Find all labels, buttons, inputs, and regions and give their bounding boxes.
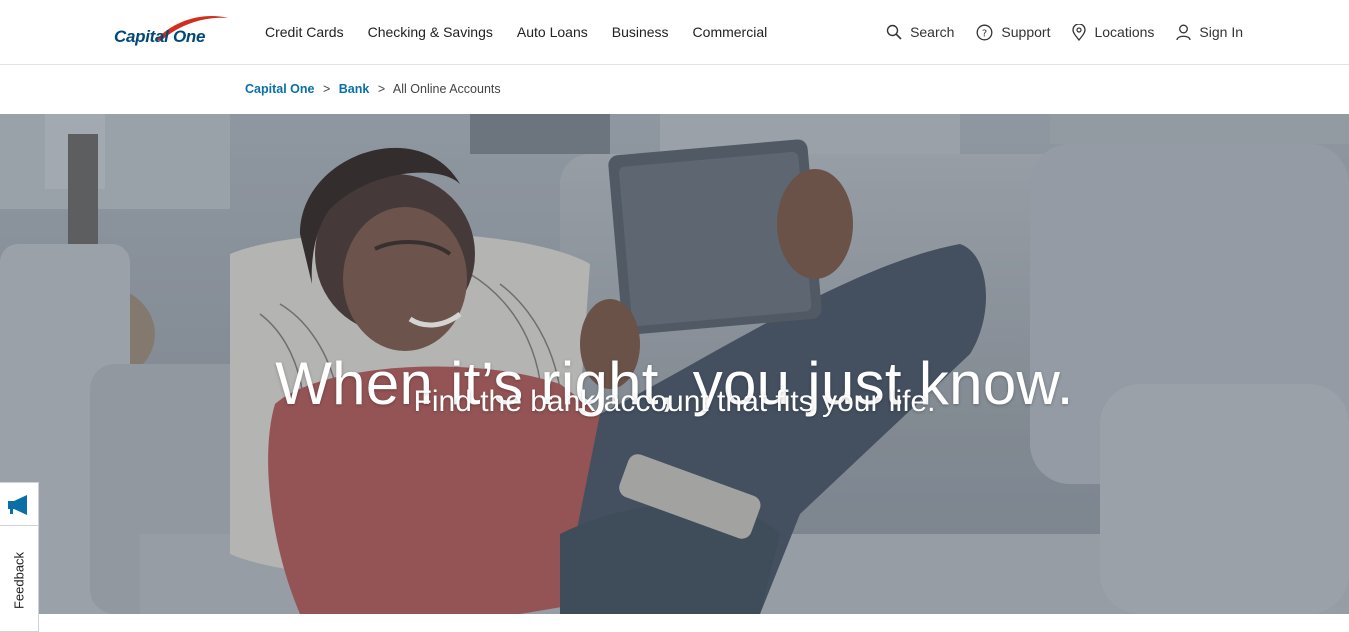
feedback-tab[interactable]: Feedback — [0, 482, 39, 632]
hero-subtitle: Find the bank account that fits your lif… — [413, 385, 936, 418]
support-label: Support — [1001, 24, 1051, 40]
sign-in-label: Sign In — [1199, 24, 1243, 40]
user-icon — [1176, 24, 1192, 40]
help-circle-icon: ? — [976, 24, 993, 40]
main-navigation: Credit Cards Checking & Savings Auto Loa… — [253, 0, 779, 64]
search-link[interactable]: Search — [886, 24, 954, 40]
map-pin-icon — [1072, 23, 1087, 41]
breadcrumb-separator: > — [377, 82, 386, 96]
site-header: Capital One Credit Cards Checking & Savi… — [0, 0, 1349, 65]
nav-checking-savings[interactable]: Checking & Savings — [356, 24, 505, 40]
megaphone-icon — [8, 495, 27, 515]
search-icon — [886, 24, 902, 40]
support-link[interactable]: ? Support — [976, 24, 1050, 41]
nav-business[interactable]: Business — [600, 24, 681, 40]
search-label: Search — [910, 24, 955, 40]
feedback-label: Feedback — [11, 551, 27, 610]
nav-auto-loans[interactable]: Auto Loans — [505, 24, 600, 40]
sign-in-link[interactable]: Sign In — [1176, 24, 1243, 41]
breadcrumb: Capital One > Bank > All Online Accounts — [245, 82, 501, 96]
locations-link[interactable]: Locations — [1072, 23, 1155, 41]
breadcrumb-capital-one[interactable]: Capital One — [245, 82, 314, 96]
locations-label: Locations — [1094, 24, 1155, 40]
breadcrumb-bank[interactable]: Bank — [339, 82, 370, 96]
utility-navigation: Search ? Support Locations Sign In — [864, 0, 1243, 64]
logo-text: Capital One — [114, 27, 206, 46]
nav-credit-cards[interactable]: Credit Cards — [253, 24, 356, 40]
hero-banner: When it’s right, you just know. Find the… — [0, 114, 1349, 614]
nav-commercial[interactable]: Commercial — [681, 24, 780, 40]
breadcrumb-current: All Online Accounts — [392, 82, 501, 96]
capital-one-logo[interactable]: Capital One — [114, 14, 230, 54]
feedback-divider — [0, 525, 38, 526]
svg-text:?: ? — [982, 28, 987, 39]
breadcrumb-separator: > — [322, 82, 331, 96]
